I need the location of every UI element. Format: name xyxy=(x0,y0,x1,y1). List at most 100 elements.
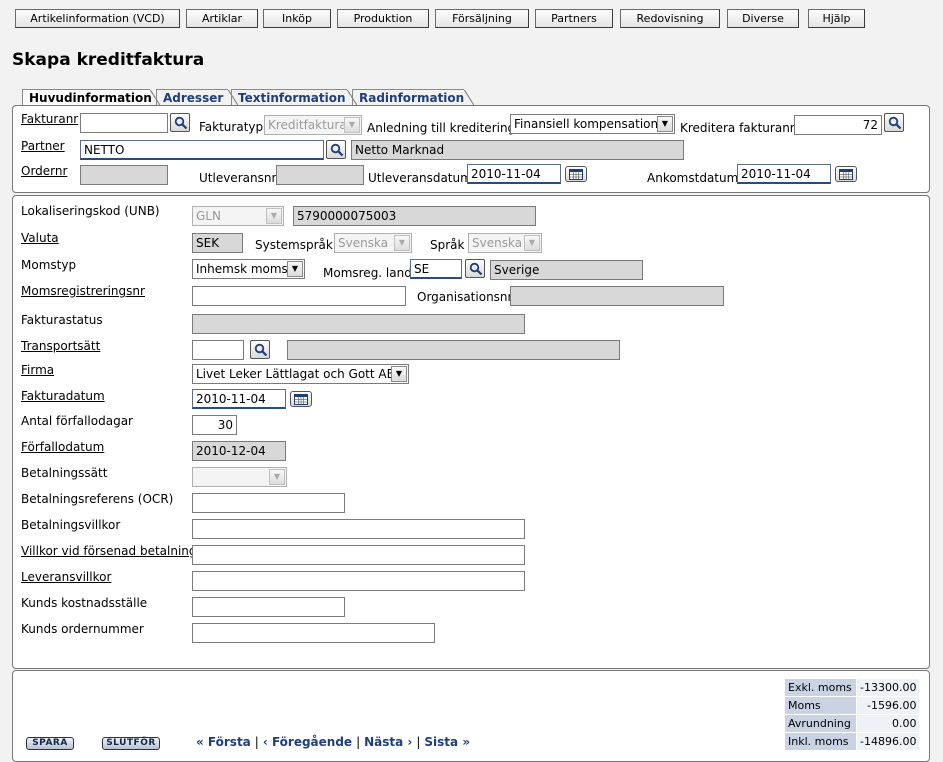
momsreg-land-name-field: Sverige xyxy=(490,260,643,280)
nav-redovisning[interactable]: Redovisning xyxy=(620,9,720,28)
kreditera-search-button[interactable] xyxy=(884,113,904,132)
tab-label: Huvudinformation xyxy=(29,91,152,105)
fakturadatum-input[interactable]: 2010-11-04 xyxy=(192,389,286,409)
systemsprak-select[interactable]: Svenska ▼ xyxy=(334,233,412,253)
betalningssatt-select[interactable]: ▼ xyxy=(192,467,287,487)
antal-forfallodagar-label: Antal förfallodagar xyxy=(21,414,133,428)
kund-ordernummer-label: Kunds ordernummer xyxy=(21,622,144,636)
momsreg-land-input[interactable]: SE xyxy=(410,259,462,279)
chevron-down-icon: ▼ xyxy=(269,469,285,485)
tab-label: Radinformation xyxy=(359,91,465,105)
totals-row: Exkl. moms -13300.00 xyxy=(784,678,921,697)
tab-label: Adresser xyxy=(163,91,224,105)
leveransvillkor-label: Leveransvillkor xyxy=(21,570,112,584)
firma-value: Livet Leker Lättlagat och Gott AB xyxy=(196,367,395,381)
transport-search-button[interactable] xyxy=(250,340,270,359)
pager: « Första | ‹ Föregående | Nästa › | Sista » xyxy=(196,735,470,749)
totals-label: Exkl. moms xyxy=(784,678,857,697)
fakturadatum-calendar-button[interactable] xyxy=(290,391,312,407)
partner-label: Partner xyxy=(21,139,65,153)
ankomstdatum-calendar-button[interactable] xyxy=(835,166,857,182)
chevron-down-icon: ▼ xyxy=(524,235,540,251)
pager-first-link[interactable]: « Första xyxy=(196,735,251,749)
chevron-down-icon: ▼ xyxy=(391,366,407,382)
ankomstdatum-input[interactable]: 2010-11-04 xyxy=(737,164,831,184)
utleveransdatum-input[interactable]: 2010-11-04 xyxy=(467,164,561,184)
calendar-icon xyxy=(839,169,853,180)
lokalisering-label: Lokaliseringskod (UNB) xyxy=(21,204,160,218)
nav-inkop[interactable]: Inköp xyxy=(263,9,331,28)
momsreg-land-search-button[interactable] xyxy=(465,259,485,278)
fakturastatus-label: Fakturastatus xyxy=(21,313,103,327)
nav-artiklar[interactable]: Artiklar xyxy=(186,9,258,28)
betalningsvillkor-input[interactable] xyxy=(192,519,525,539)
momstyp-value: Inhemsk moms xyxy=(196,262,288,276)
ocr-label: Betalningsreferens (OCR) xyxy=(21,492,174,506)
partner-input[interactable]: NETTO xyxy=(80,140,324,160)
pager-next-link[interactable]: Nästa › xyxy=(364,735,412,749)
magnifier-icon xyxy=(888,116,902,130)
momstyp-select[interactable]: Inhemsk moms ▼ xyxy=(192,259,305,279)
momsregnr-label: Momsregistreringsnr xyxy=(21,284,145,298)
magnifier-icon xyxy=(174,116,188,130)
fakturatyp-label: Fakturatyp xyxy=(199,120,264,134)
antal-forfallodagar-input[interactable]: 30 xyxy=(192,415,237,435)
kund-ordernummer-input[interactable] xyxy=(192,623,435,643)
forsenad-betalning-input[interactable] xyxy=(192,545,525,565)
momsregnr-input[interactable] xyxy=(192,286,406,306)
nav-hjalp[interactable]: Hjälp xyxy=(808,9,865,28)
partner-search-button[interactable] xyxy=(326,140,346,159)
tab-huvudinformation[interactable]: Huvudinformation xyxy=(22,89,160,106)
nav-produktion[interactable]: Produktion xyxy=(337,9,429,28)
kostnadsstalle-input[interactable] xyxy=(192,597,345,617)
page-title: Skapa kreditfaktura xyxy=(12,50,205,70)
transport-input[interactable] xyxy=(192,340,244,360)
totals-value: -13300.00 xyxy=(855,678,921,697)
totals-value: -1596.00 xyxy=(855,696,921,715)
transport-label: Transportsätt xyxy=(21,339,101,353)
leveransvillkor-input[interactable] xyxy=(192,571,525,591)
anledning-label: Anledning till kreditering xyxy=(367,121,516,135)
lokalisering-type-select[interactable]: GLN ▼ xyxy=(192,206,284,226)
forfallodatum-label: Förfallodatum xyxy=(21,440,105,454)
tab-adresser[interactable]: Adresser xyxy=(156,89,238,106)
nav-artikelinformation[interactable]: Artikelinformation (VCD) xyxy=(15,9,180,28)
slutfor-button[interactable]: SLUTFÖR xyxy=(102,737,160,750)
nav-forsaljning[interactable]: Försäljning xyxy=(435,9,529,28)
chevron-down-icon: ▼ xyxy=(657,116,673,132)
anledning-value: Finansiell kompensation xyxy=(514,117,659,131)
fakturastatus-field xyxy=(192,314,525,334)
fakturanr-search-button[interactable] xyxy=(170,113,190,132)
utleveransdatum-calendar-button[interactable] xyxy=(565,166,587,182)
spara-button[interactable]: SPARA xyxy=(26,737,74,750)
fakturanr-label: Fakturanr xyxy=(21,112,79,126)
betalningsvillkor-label: Betalningsvillkor xyxy=(21,518,121,532)
anledning-select[interactable]: Finansiell kompensation ▼ xyxy=(510,114,675,134)
transport-name-field xyxy=(287,340,620,360)
pager-previous-link[interactable]: ‹ Föregående xyxy=(263,735,352,749)
kreditera-fakturanr-input[interactable]: 72 xyxy=(794,115,882,135)
tab-radinformation[interactable]: Radinformation xyxy=(352,89,474,106)
lokalisering-type-value: GLN xyxy=(196,209,221,223)
fakturatyp-value: Kreditfaktura xyxy=(268,118,347,132)
ankomstdatum-label: Ankomstdatum xyxy=(647,171,739,185)
magnifier-icon xyxy=(469,262,483,276)
pager-last-link[interactable]: Sista » xyxy=(424,735,470,749)
nav-diverse[interactable]: Diverse xyxy=(727,9,799,28)
sprak-select[interactable]: Svenska ▼ xyxy=(468,233,542,253)
totals-row: Inkl. moms -14896.00 xyxy=(784,732,921,751)
fakturatyp-select[interactable]: Kreditfaktura ▼ xyxy=(264,115,362,135)
chevron-down-icon: ▼ xyxy=(266,208,282,224)
orgnr-label: Organisationsnr xyxy=(417,290,513,304)
ocr-input[interactable] xyxy=(192,493,345,513)
partner-name-field: Netto Marknad xyxy=(351,140,684,160)
tab-textinformation[interactable]: Textinformation xyxy=(231,89,357,106)
top-navigation: Artikelinformation (VCD) Artiklar Inköp … xyxy=(0,0,943,34)
firma-select[interactable]: Livet Leker Lättlagat och Gott AB ▼ xyxy=(192,364,409,384)
totals-label: Avrundning xyxy=(784,714,857,733)
fakturanr-input[interactable] xyxy=(80,113,168,133)
momstyp-label: Momstyp xyxy=(21,258,77,272)
magnifier-icon xyxy=(254,343,268,357)
nav-partners[interactable]: Partners xyxy=(535,9,613,28)
firma-label: Firma xyxy=(21,363,55,377)
